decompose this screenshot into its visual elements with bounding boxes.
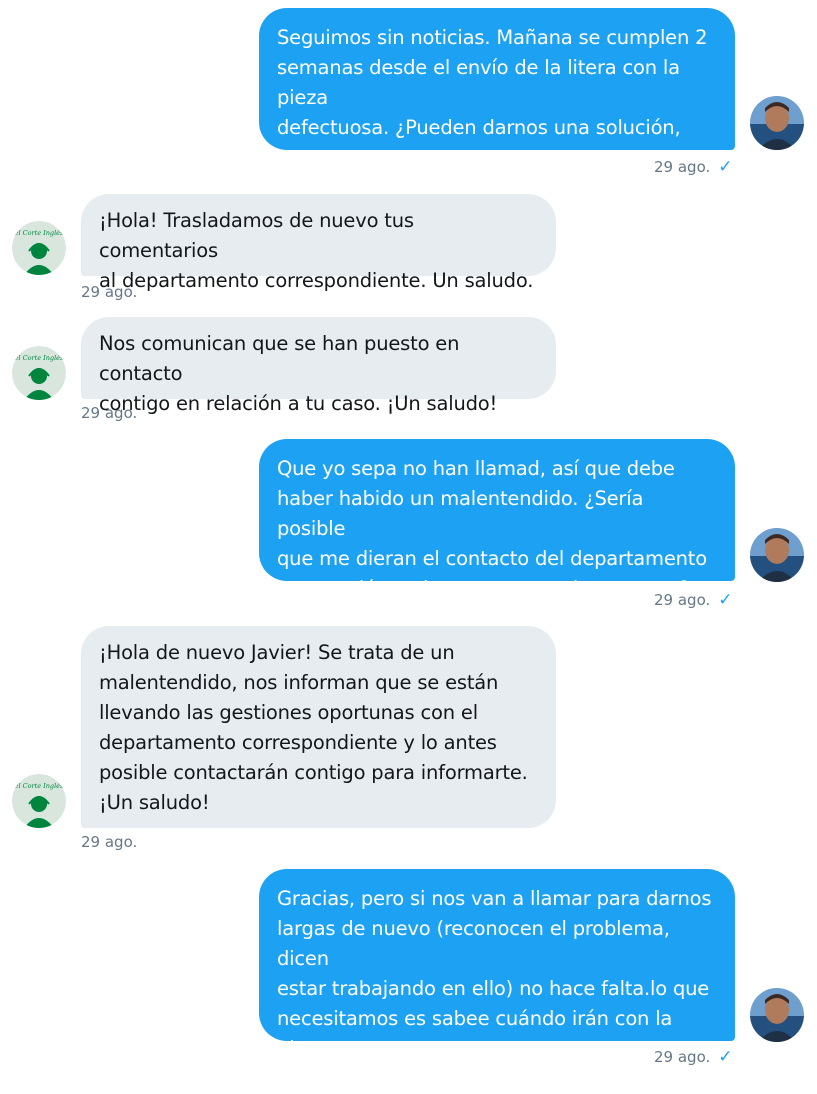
- message-timestamp: 29 ago. ✓: [654, 157, 733, 177]
- svg-text:el Corte Inglés: el Corte Inglés: [15, 229, 64, 237]
- message-bubble-received[interactable]: ¡Hola! Trasladamos de nuevo tus comentar…: [81, 194, 556, 292]
- message-bubble-received[interactable]: ¡Hola de nuevo Javier! Se trata de un ma…: [81, 626, 556, 828]
- support-avatar[interactable]: el Corte Inglés: [12, 221, 66, 275]
- message-timestamp: 29 ago.: [81, 283, 138, 301]
- message-timestamp: 29 ago.: [81, 833, 138, 851]
- timestamp-text: 29 ago.: [654, 158, 711, 176]
- dm-conversation-thread: Seguimos sin noticias. Mañana se cumplen…: [0, 0, 817, 1090]
- svg-text:el Corte Inglés: el Corte Inglés: [15, 354, 64, 362]
- message-timestamp: 29 ago. ✓: [654, 1047, 733, 1067]
- user-photo-icon: [750, 528, 804, 582]
- el-corte-ingles-logo-icon: el Corte Inglés: [12, 774, 66, 828]
- user-avatar[interactable]: [750, 528, 804, 582]
- message-bubble-sent[interactable]: Que yo sepa no han llamad, así que debe …: [259, 439, 735, 600]
- message-bubble-received[interactable]: Nos comunican que se han puesto en conta…: [81, 317, 556, 415]
- svg-text:el Corte Inglés: el Corte Inglés: [15, 782, 64, 790]
- check-icon: ✓: [718, 1047, 733, 1067]
- user-avatar[interactable]: [750, 988, 804, 1042]
- support-avatar[interactable]: el Corte Inglés: [12, 346, 66, 400]
- message-bubble-sent[interactable]: Seguimos sin noticias. Mañana se cumplen…: [259, 8, 735, 199]
- check-icon: ✓: [718, 157, 733, 177]
- check-icon: ✓: [718, 590, 733, 610]
- message-bubble-sent[interactable]: Gracias, pero si nos van a llamar para d…: [259, 869, 735, 1090]
- support-avatar[interactable]: el Corte Inglés: [12, 774, 66, 828]
- user-photo-icon: [750, 988, 804, 1042]
- user-photo-icon: [750, 96, 804, 150]
- el-corte-ingles-logo-icon: el Corte Inglés: [12, 221, 66, 275]
- timestamp-text: 29 ago.: [654, 1048, 711, 1066]
- message-timestamp: 29 ago.: [81, 404, 138, 422]
- message-timestamp: 29 ago. ✓: [654, 590, 733, 610]
- el-corte-ingles-logo-icon: el Corte Inglés: [12, 346, 66, 400]
- user-avatar[interactable]: [750, 96, 804, 150]
- timestamp-text: 29 ago.: [654, 591, 711, 609]
